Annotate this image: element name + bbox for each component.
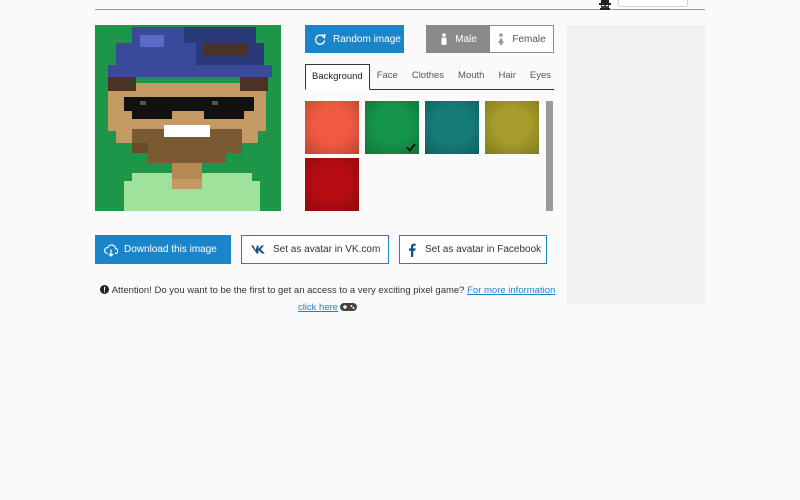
refresh-icon [314, 33, 326, 45]
female-figure-icon [498, 33, 505, 45]
male-button[interactable]: Male [427, 26, 490, 52]
checkmark-icon [406, 143, 416, 152]
tab-clothes[interactable]: Clothes [405, 64, 451, 89]
click-here-link[interactable]: click here [298, 302, 338, 313]
background-swatch-grid [305, 101, 541, 211]
game-notice: Attention! Do you want to be the first t… [95, 282, 560, 316]
tab-hair[interactable]: Hair [491, 64, 522, 89]
gender-toggle: Male Female [426, 25, 554, 53]
background-swatch[interactable] [365, 101, 419, 154]
vk-label: Set as avatar in VK.com [273, 244, 381, 255]
gamepad-icon [340, 303, 358, 311]
female-label: Female [512, 33, 546, 45]
facebook-logo-icon [409, 243, 416, 257]
download-label: Download this image [124, 244, 217, 255]
female-button[interactable]: Female [490, 26, 553, 52]
vk-logo-icon [251, 245, 265, 254]
background-swatch[interactable] [425, 101, 479, 154]
warning-icon [99, 285, 109, 294]
background-swatch[interactable] [305, 101, 359, 154]
avatar-preview [95, 25, 281, 211]
download-cloud-icon [104, 243, 118, 257]
tab-face[interactable]: Face [370, 64, 405, 89]
random-image-label: Random image [333, 33, 401, 45]
male-figure-icon [441, 33, 447, 45]
male-label: Male [455, 33, 477, 45]
download-button[interactable]: Download this image [95, 235, 231, 264]
facebook-label: Set as avatar in Facebook [425, 244, 542, 255]
speech-bubble [618, 0, 688, 7]
more-info-link[interactable]: For more information [467, 285, 555, 296]
pixel-character-icon[interactable] [596, 0, 614, 10]
vk-avatar-button[interactable]: Set as avatar in VK.com [241, 235, 389, 264]
tab-eyes[interactable]: Eyes [523, 64, 558, 89]
facebook-avatar-button[interactable]: Set as avatar in Facebook [399, 235, 547, 264]
side-panel [566, 25, 705, 304]
background-swatch[interactable] [305, 158, 359, 211]
tab-background[interactable]: Background [305, 64, 370, 90]
swatch-scrollbar[interactable] [546, 101, 553, 211]
background-swatch[interactable] [485, 101, 539, 154]
random-image-button[interactable]: Random image [305, 25, 404, 53]
notice-text: Attention! Do you want to be the first t… [111, 285, 465, 296]
tab-mouth[interactable]: Mouth [451, 64, 491, 89]
category-tabs: Background Face Clothes Mouth Hair Eyes [305, 64, 554, 90]
